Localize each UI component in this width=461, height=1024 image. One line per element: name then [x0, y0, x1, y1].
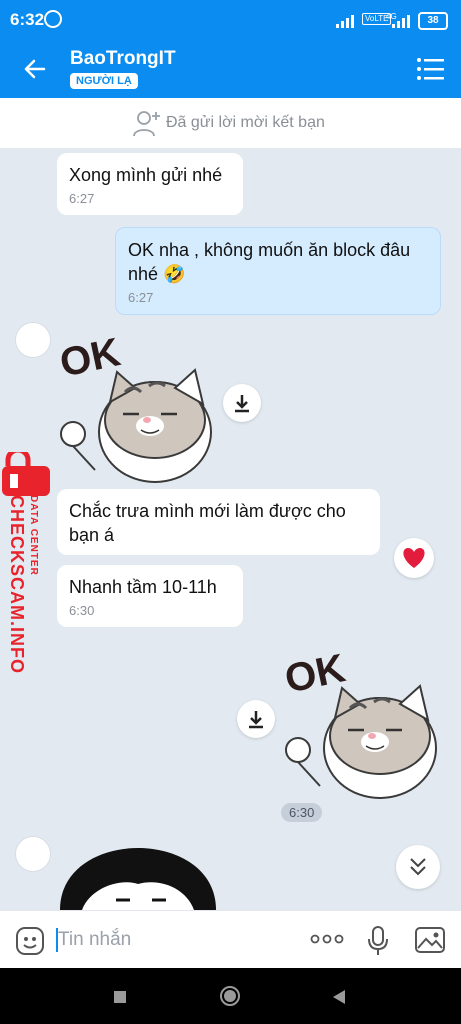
- message-text: Xong mình gửi nhé: [69, 165, 223, 185]
- download-icon[interactable]: [237, 700, 275, 738]
- heart-reaction-icon[interactable]: [394, 538, 434, 578]
- sticker-text: OK: [56, 330, 124, 386]
- friend-request-bar[interactable]: Đã gửi lời mời kết bạn: [0, 98, 461, 148]
- chat-header: BaoTrongIT NGƯỜI LẠ: [0, 40, 461, 98]
- friend-request-text: Đã gửi lời mời kết bạn: [166, 114, 325, 131]
- battery-icon: 38: [418, 12, 448, 30]
- status-bar: 6:32 VoLTE 4G 38: [0, 0, 461, 40]
- status-time: 6:32: [10, 10, 45, 29]
- message-bubble[interactable]: Xong mình gửi nhé 6:27: [57, 153, 243, 215]
- watermark-text: CHECKSCAM.INFO: [7, 495, 27, 674]
- ok-cat-sticker[interactable]: OK: [280, 638, 440, 803]
- message-input-bar: Tin nhắn: [0, 910, 461, 969]
- message-time: 6:27: [128, 290, 154, 305]
- home-icon[interactable]: [219, 985, 241, 1007]
- microphone-icon[interactable]: [366, 925, 390, 957]
- alarm-icon: [44, 10, 62, 28]
- message-text: Nhanh tầm 10-11h: [69, 577, 217, 597]
- signal-icon: [336, 14, 354, 28]
- avatar[interactable]: [15, 322, 51, 358]
- contact-name[interactable]: BaoTrongIT: [70, 48, 176, 70]
- signal-icon-2: [392, 14, 410, 28]
- image-gallery-icon[interactable]: [414, 926, 446, 954]
- partial-sticker[interactable]: [60, 848, 216, 910]
- menu-list-icon[interactable]: [416, 56, 444, 82]
- message-input[interactable]: Tin nhắn: [58, 929, 131, 951]
- scroll-down-button[interactable]: [396, 845, 440, 889]
- sticker-emoji-icon[interactable]: [14, 925, 46, 957]
- sticker-text: OK: [281, 646, 349, 702]
- back-arrow-icon[interactable]: [18, 52, 52, 86]
- message-bubble[interactable]: Nhanh tầm 10-11h 6:30: [57, 565, 243, 627]
- avatar[interactable]: [15, 836, 51, 872]
- more-options-icon[interactable]: [310, 933, 344, 945]
- download-icon[interactable]: [223, 384, 261, 422]
- recent-apps-icon[interactable]: [114, 991, 126, 1003]
- system-navigation-bar: [0, 968, 461, 1024]
- add-friend-icon: [133, 111, 160, 137]
- stranger-badge: NGƯỜI LẠ: [70, 73, 138, 89]
- watermark-subtext: DATA CENTER: [28, 495, 39, 576]
- back-nav-icon[interactable]: [332, 989, 346, 1005]
- double-chevron-down-icon: [410, 858, 426, 876]
- message-time: 6:27: [69, 191, 95, 206]
- ok-cat-sticker[interactable]: OK: [55, 322, 215, 487]
- message-time: 6:30: [69, 603, 95, 618]
- sticker-time: 6:30: [281, 803, 323, 822]
- message-text: OK nha , không muốn ăn block đâu nhé 🤣: [128, 240, 411, 284]
- message-bubble[interactable]: Chắc trưa mình mới làm được cho bạn á: [57, 489, 380, 555]
- own-message-bubble[interactable]: OK nha , không muốn ăn block đâu nhé 🤣 6…: [115, 227, 441, 315]
- message-text: Chắc trưa mình mới làm được cho bạn á: [69, 501, 346, 545]
